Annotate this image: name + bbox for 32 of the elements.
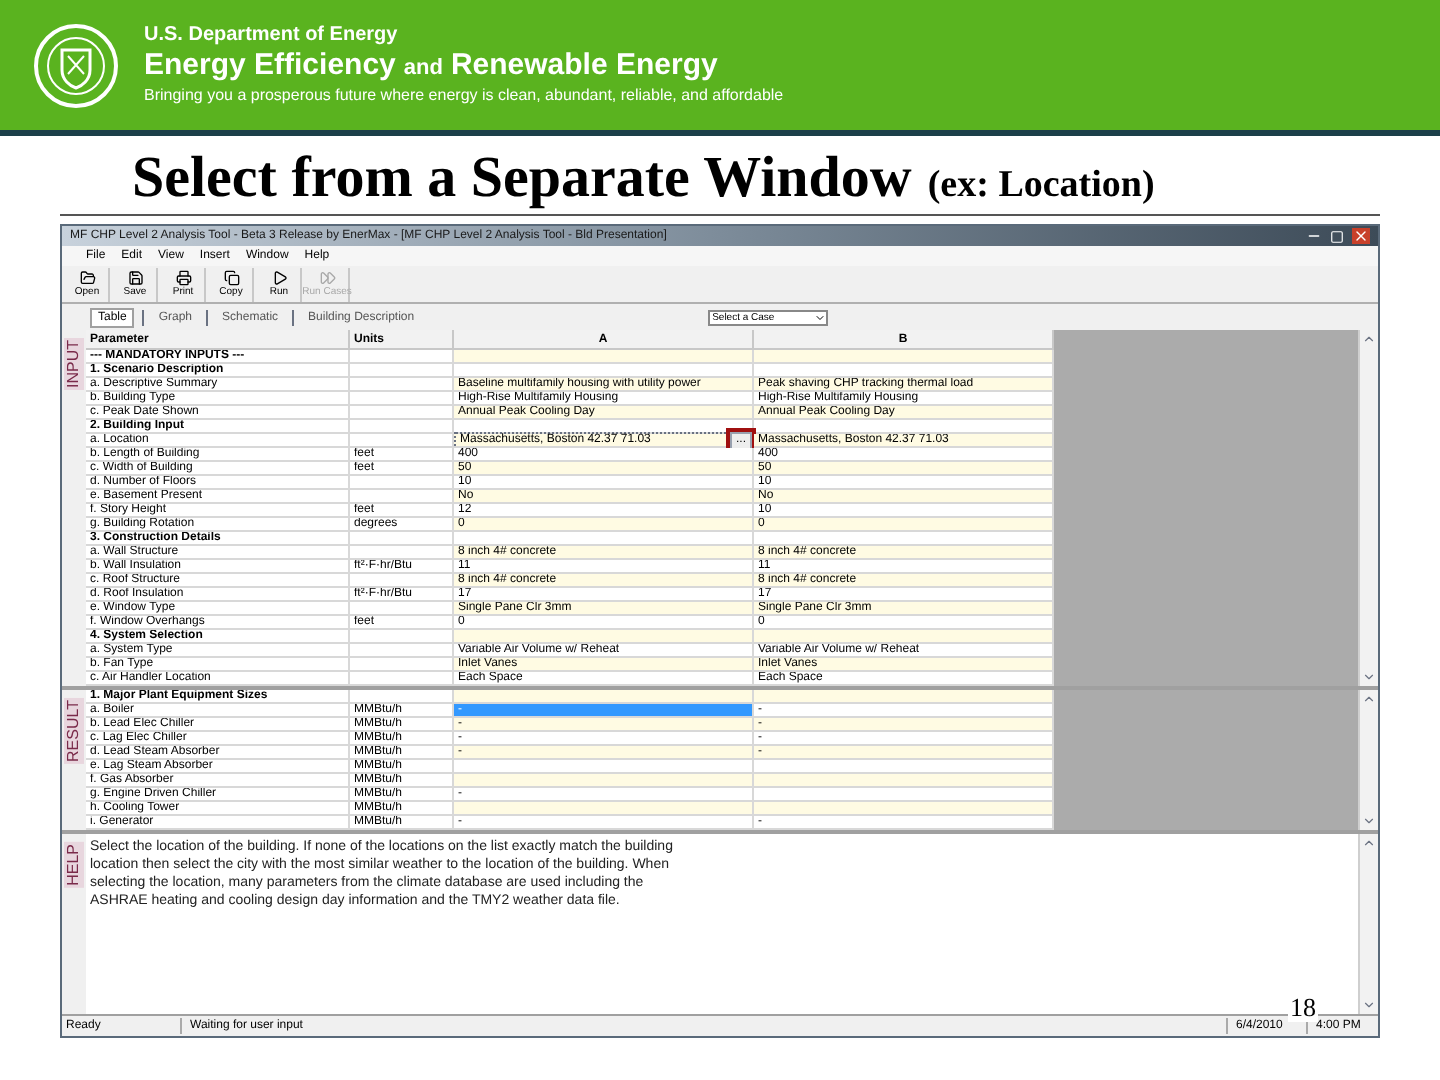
- section-label: INPUT: [64, 338, 84, 390]
- scroll-up-icon[interactable]: [1362, 836, 1376, 850]
- slide-title: Select from a Separate Window: [132, 144, 912, 212]
- section-label: HELP: [64, 842, 84, 888]
- toolbar-icon: [271, 270, 287, 286]
- toolbar-icon: [175, 270, 191, 286]
- scrollbar[interactable]: [1358, 330, 1378, 686]
- page-number: 18: [1288, 994, 1318, 1022]
- scroll-up-icon[interactable]: [1362, 332, 1376, 346]
- toolbar-icon: [79, 270, 95, 286]
- office-name: Energy Efficiency: [144, 48, 396, 84]
- scroll-down-icon[interactable]: [1362, 814, 1376, 828]
- close-icon[interactable]: [1352, 228, 1370, 244]
- scroll-up-icon[interactable]: [1362, 692, 1376, 706]
- scrollbar[interactable]: [1358, 834, 1378, 1014]
- toolbar-icon: [127, 270, 143, 286]
- agency-name: U.S. Department of Energy: [144, 24, 400, 48]
- table-cell: [350, 602, 454, 616]
- section-label: RESULT: [64, 698, 84, 764]
- table-cell: [350, 574, 454, 588]
- toolbar-icon: [223, 270, 239, 286]
- scroll-down-icon[interactable]: [1362, 670, 1376, 684]
- toolbar-icon: [319, 270, 335, 286]
- tagline: Bringing you a prosperous future where energy is clean, abundant, reliable, and affordable: [144, 86, 784, 106]
- scroll-down-icon[interactable]: [1362, 998, 1376, 1012]
- caret-icon: [814, 311, 827, 323]
- maximize-icon[interactable]: [1330, 229, 1344, 243]
- slide-subtitle: (ex: Location): [927, 162, 1155, 210]
- seal-logo: [32, 21, 120, 109]
- office-name: Renewable Energy: [450, 48, 718, 84]
- scrollbar[interactable]: [1358, 690, 1378, 830]
- office-name: and: [403, 54, 443, 84]
